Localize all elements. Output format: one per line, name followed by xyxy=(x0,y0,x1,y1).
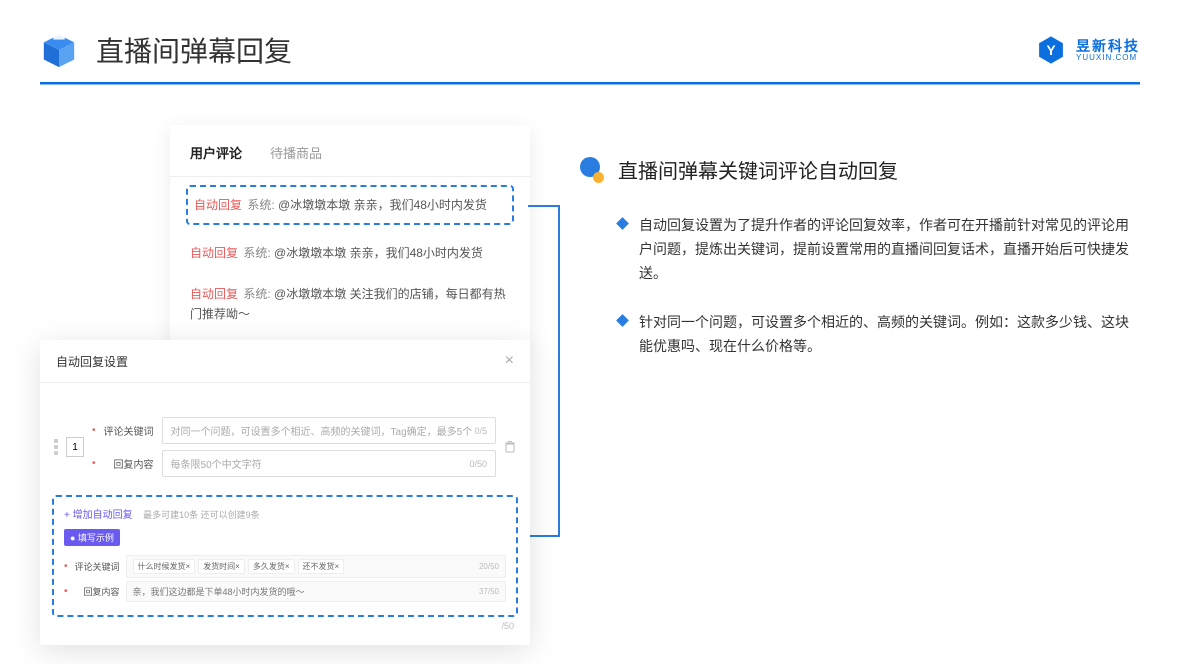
required-mark: • xyxy=(64,586,68,597)
content-count: 0/50 xyxy=(469,459,487,469)
tag-item: 发货时间× xyxy=(198,559,245,574)
brand-logo: Y 昱新科技 YUUXIN.COM xyxy=(1034,33,1140,67)
index-box: 1 xyxy=(66,437,84,457)
example-content-input[interactable]: 亲，我们这边都是下单48小时内发货的哦～ 37/50 xyxy=(126,581,506,602)
comments-card: 用户评论 待播商品 自动回复 系统: @冰墩墩本墩 亲亲，我们48小时内发货 自… xyxy=(170,125,530,357)
content-field-row: • 回复内容 每条限50个中文字符 0/50 xyxy=(92,450,496,477)
tab-user-comments[interactable]: 用户评论 xyxy=(190,143,242,162)
keyword-count: 0/5 xyxy=(474,426,487,436)
example-badge: ● 填写示例 xyxy=(64,529,120,546)
system-label: 系统: xyxy=(243,246,270,260)
keyword-label: 评论关键词 xyxy=(100,423,154,438)
bullet-text: 针对同一个问题，可设置多个相近的、高频的关键词。例如：这款多少钱、这块能优惠吗、… xyxy=(639,311,1140,359)
content-input[interactable]: 每条限50个中文字符 0/50 xyxy=(162,450,496,477)
required-mark: • xyxy=(64,561,68,572)
page-title: 直播间弹幕回复 xyxy=(96,30,1034,70)
section-title: 直播间弹幕关键词评论自动回复 xyxy=(580,155,1140,184)
system-label: 系统: xyxy=(243,287,270,301)
example-content-text: 亲，我们这边都是下单48小时内发货的哦～ xyxy=(133,585,305,598)
left-panel: 用户评论 待播商品 自动回复 系统: @冰墩墩本墩 亲亲，我们48小时内发货 自… xyxy=(40,125,530,385)
comment-text: @冰墩墩本墩 亲亲，我们48小时内发货 xyxy=(278,198,487,212)
keyword-input[interactable]: 对同一个问题，可设置多个相近、高频的关键词，Tag确定，最多5个 0/5 xyxy=(162,417,496,444)
brand-name: 昱新科技 xyxy=(1076,39,1140,53)
example-keyword-count: 20/50 xyxy=(479,562,499,571)
drag-handle-icon[interactable] xyxy=(52,439,60,455)
required-mark: • xyxy=(92,425,96,436)
dialog-title: 自动回复设置 xyxy=(56,353,128,370)
bullet-item: 自动回复设置为了提升作者的评论回复效率，作者可在开播前针对常见的评论用户问题，提… xyxy=(580,214,1140,285)
example-keyword-label: 评论关键词 xyxy=(72,560,120,573)
form-row: 1 • 评论关键词 对同一个问题，可设置多个相近、高频的关键词，Tag确定，最多… xyxy=(52,413,518,481)
auto-reply-tag: 自动回复 xyxy=(190,287,238,301)
keyword-field-row: • 评论关键词 对同一个问题，可设置多个相近、高频的关键词，Tag确定，最多5个… xyxy=(92,417,496,444)
connector-line xyxy=(558,205,560,535)
auto-reply-tag: 自动回复 xyxy=(190,246,238,260)
keyword-placeholder: 对同一个问题，可设置多个相近、高频的关键词，Tag确定，最多5个 xyxy=(171,423,473,438)
comment-item-highlighted: 自动回复 系统: @冰墩墩本墩 亲亲，我们48小时内发货 xyxy=(186,185,514,225)
svg-text:Y: Y xyxy=(1046,43,1055,58)
brand-url: YUUXIN.COM xyxy=(1076,53,1140,62)
bubble-icon xyxy=(580,157,606,183)
diamond-bullet-icon xyxy=(616,315,629,328)
required-mark: • xyxy=(92,458,96,469)
tag-item: 还不发货× xyxy=(298,559,345,574)
tag-item: 什么时候发货× xyxy=(133,559,196,574)
comment-item: 自动回复 系统: @冰墩墩本墩 关注我们的店铺，每日都有热门推荐呦～ xyxy=(186,274,514,335)
example-content-row: • 回复内容 亲，我们这边都是下单48小时内发货的哦～ 37/50 xyxy=(64,581,506,602)
page-header: 直播间弹幕回复 Y 昱新科技 YUUXIN.COM xyxy=(0,0,1180,82)
content-placeholder: 每条限50个中文字符 xyxy=(171,456,262,471)
connector-line xyxy=(528,205,560,207)
example-content-count: 37/50 xyxy=(479,587,499,596)
dialog-header: 自动回复设置 × xyxy=(40,340,530,383)
dialog-body: 1 • 评论关键词 对同一个问题，可设置多个相近、高频的关键词，Tag确定，最多… xyxy=(40,383,530,645)
comment-list: 自动回复 系统: @冰墩墩本墩 亲亲，我们48小时内发货 自动回复 系统: @冰… xyxy=(170,185,530,335)
tag-item: 多久发货× xyxy=(248,559,295,574)
right-panel: 直播间弹幕关键词评论自动回复 自动回复设置为了提升作者的评论回复效率，作者可在开… xyxy=(580,125,1140,385)
diamond-bullet-icon xyxy=(616,217,629,230)
bullet-text: 自动回复设置为了提升作者的评论回复效率，作者可在开播前针对常见的评论用户问题，提… xyxy=(639,214,1140,285)
cube-icon xyxy=(40,31,78,69)
bullet-item: 针对同一个问题，可设置多个相近的、高频的关键词。例如：这款多少钱、这块能优惠吗、… xyxy=(580,311,1140,359)
add-note: 最多可建10条 还可以创建9条 xyxy=(143,510,260,520)
tab-pending-goods[interactable]: 待播商品 xyxy=(270,143,322,162)
system-label: 系统: xyxy=(247,198,274,212)
add-auto-reply-link[interactable]: + 增加自动回复 xyxy=(64,506,133,521)
comment-text: @冰墩墩本墩 亲亲，我们48小时内发货 xyxy=(274,246,483,260)
close-icon[interactable]: × xyxy=(505,352,514,370)
main-content: 用户评论 待播商品 自动回复 系统: @冰墩墩本墩 亲亲，我们48小时内发货 自… xyxy=(0,85,1180,385)
brand-icon: Y xyxy=(1034,33,1068,67)
example-box: + 增加自动回复 最多可建10条 还可以创建9条 ● 填写示例 • 评论关键词 … xyxy=(52,495,518,617)
auto-reply-tag: 自动回复 xyxy=(194,198,242,212)
comment-item: 自动回复 系统: @冰墩墩本墩 亲亲，我们48小时内发货 xyxy=(186,233,514,273)
example-keyword-row: • 评论关键词 什么时候发货× 发货时间× 多久发货× 还不发货× 20/50 xyxy=(64,555,506,578)
delete-icon[interactable] xyxy=(502,439,518,455)
example-content-label: 回复内容 xyxy=(72,585,120,598)
section-title-text: 直播间弹幕关键词评论自动回复 xyxy=(618,155,898,184)
content-label: 回复内容 xyxy=(100,456,154,471)
example-keyword-input[interactable]: 什么时候发货× 发货时间× 多久发货× 还不发货× 20/50 xyxy=(126,555,506,578)
comments-tabs: 用户评论 待播商品 xyxy=(170,143,530,177)
bottom-count: /50 xyxy=(52,621,518,631)
auto-reply-settings-dialog: 自动回复设置 × 1 • 评论关键词 对同一个问题，可设置多个相近、高频的关键词… xyxy=(40,340,530,645)
